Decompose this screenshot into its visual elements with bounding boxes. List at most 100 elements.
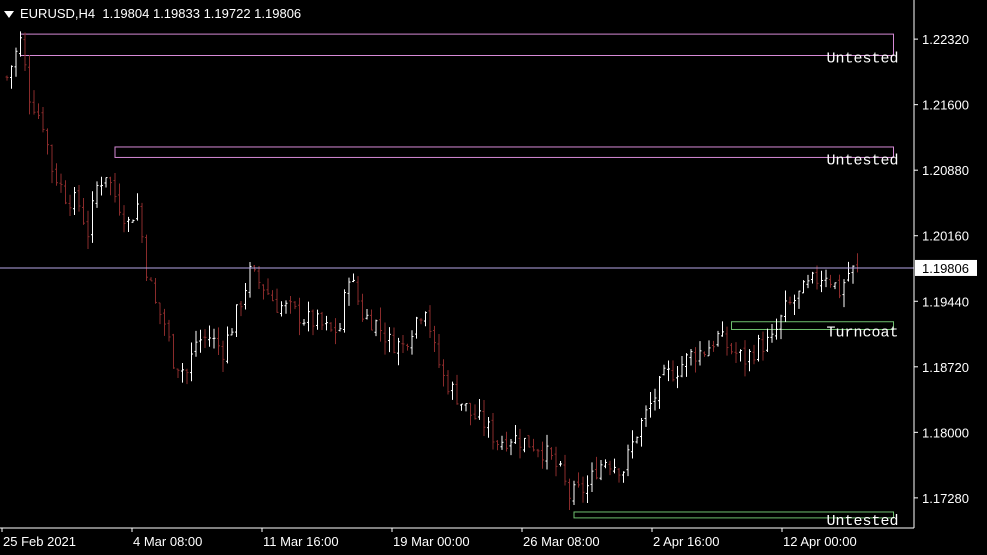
candle <box>842 279 846 308</box>
candle <box>338 323 342 332</box>
candle <box>284 300 288 314</box>
candle <box>311 309 315 336</box>
candle <box>59 173 63 193</box>
candle <box>590 462 594 492</box>
candle <box>266 278 270 295</box>
candle <box>838 274 841 299</box>
candle <box>140 202 144 243</box>
candle <box>820 270 823 293</box>
candle <box>185 368 189 385</box>
candle <box>532 438 535 452</box>
candle <box>46 128 49 155</box>
candle <box>298 297 301 336</box>
x-tick-label: 4 Mar 08:00 <box>133 534 202 549</box>
candle <box>685 353 688 377</box>
candle <box>491 413 495 450</box>
x-tick-label: 25 Feb 2021 <box>3 534 76 549</box>
candle <box>806 274 810 289</box>
y-tick-label: 1.18000 <box>922 425 969 440</box>
candle <box>680 356 684 378</box>
candle <box>469 402 472 426</box>
candle <box>82 197 85 225</box>
supply-zone-1-label: Untested <box>826 50 898 67</box>
candle <box>766 328 769 352</box>
x-tick-label: 12 Apr 00:00 <box>783 534 857 549</box>
candle <box>527 435 531 448</box>
candle <box>460 403 463 411</box>
candle <box>415 316 418 339</box>
y-tick-label: 1.20880 <box>922 163 969 178</box>
candle <box>244 282 247 310</box>
candle <box>703 351 706 357</box>
candle <box>379 307 382 342</box>
candle <box>181 362 184 383</box>
candle <box>221 340 225 373</box>
candle <box>257 265 261 289</box>
candle <box>406 343 409 351</box>
supply-zone-2[interactable] <box>114 146 894 158</box>
candle <box>275 288 279 313</box>
candle <box>77 185 81 212</box>
candle <box>793 294 796 315</box>
candle <box>122 205 126 233</box>
candle <box>104 177 108 188</box>
candle <box>712 340 715 352</box>
candle <box>604 459 607 469</box>
candle <box>595 456 598 480</box>
candle <box>428 305 432 338</box>
candle <box>694 347 697 373</box>
y-tick-label: 1.22320 <box>922 32 969 47</box>
candle <box>478 399 481 420</box>
candle <box>856 253 859 273</box>
y-tick-label: 1.19440 <box>922 294 969 309</box>
candle <box>109 176 112 196</box>
candle <box>676 365 679 389</box>
candle <box>572 480 576 506</box>
candle <box>419 318 423 325</box>
candle <box>608 460 612 476</box>
candle <box>226 326 229 364</box>
candle <box>397 337 400 366</box>
price-chart[interactable]: 1.19806 1.22320 1.21600 1.20880 1.20160 1.19… <box>0 0 987 555</box>
candle <box>496 440 499 451</box>
candle <box>280 301 283 317</box>
candle <box>455 374 459 405</box>
x-tick-label: 26 Mar 08:00 <box>523 534 600 549</box>
candle <box>586 475 589 504</box>
candle <box>626 444 630 477</box>
candle <box>352 273 355 283</box>
candle <box>811 271 814 284</box>
candle <box>545 434 549 470</box>
candle <box>383 322 387 355</box>
candle <box>473 404 477 420</box>
candle <box>10 65 13 89</box>
candle <box>235 304 238 338</box>
candle <box>653 388 657 411</box>
candle <box>649 391 652 418</box>
supply-zone-1[interactable] <box>20 33 894 56</box>
candle <box>725 326 729 356</box>
y-tick-label: 1.20160 <box>922 229 969 244</box>
candle <box>662 364 666 376</box>
candle <box>118 183 121 216</box>
candle <box>190 342 193 382</box>
candle <box>631 430 634 459</box>
candle <box>658 376 661 409</box>
candle <box>554 446 558 477</box>
candle <box>802 280 805 294</box>
candle <box>509 439 513 456</box>
x-tick-label: 2 Apr 16:00 <box>653 534 720 549</box>
candle <box>716 330 720 347</box>
candle <box>5 75 9 81</box>
candle <box>145 234 148 281</box>
x-tick-label: 11 Mar 16:00 <box>263 534 339 549</box>
candle <box>131 219 135 223</box>
candle <box>325 315 328 331</box>
candle <box>550 447 553 460</box>
zones-layer <box>20 33 894 519</box>
candle <box>442 359 445 387</box>
candle <box>613 458 616 474</box>
candle <box>757 334 760 362</box>
y-tick-label: 1.17280 <box>922 491 969 506</box>
candle <box>721 321 724 337</box>
